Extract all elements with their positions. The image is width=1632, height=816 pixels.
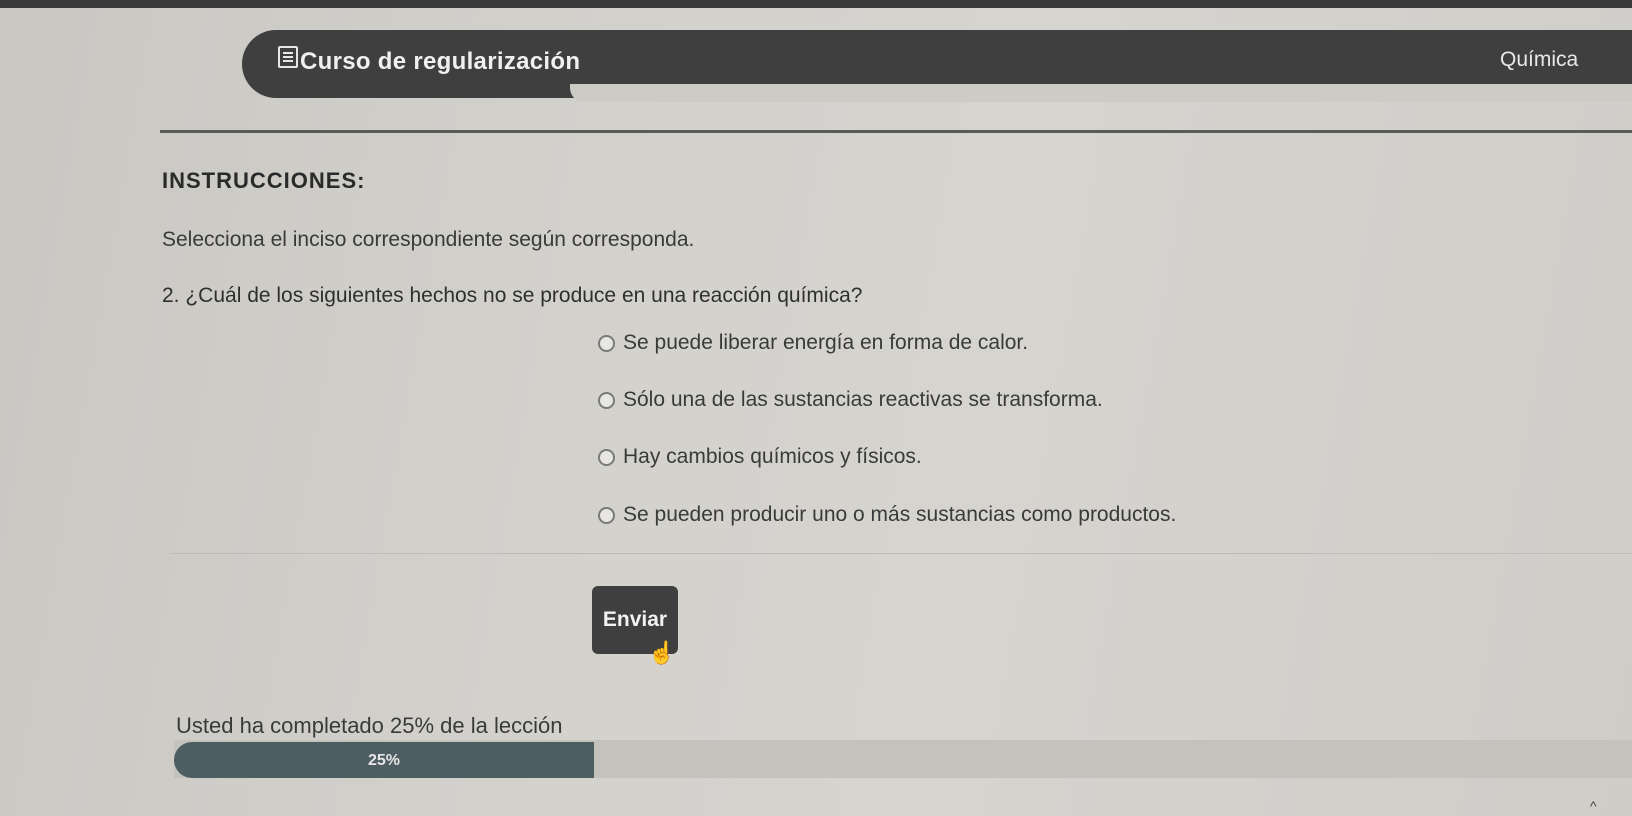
instructions-text: Selecciona el inciso correspondiente seg… xyxy=(162,228,695,251)
instructions-heading: INSTRUCCIONES: xyxy=(162,168,366,193)
chevron-up-icon[interactable]: ^ xyxy=(1590,798,1597,814)
progress-text: Usted ha completado 25% de la lección xyxy=(176,713,563,738)
answer-option-1[interactable]: Se puede liberar energía en forma de cal… xyxy=(598,331,1028,355)
answer-option-label: Hay cambios químicos y físicos. xyxy=(623,445,922,468)
question-text: 2. ¿Cuál de los siguientes hechos no se … xyxy=(162,284,863,307)
header-divider xyxy=(160,130,1632,133)
progress-label: 25% xyxy=(367,752,401,769)
radio-button[interactable] xyxy=(598,391,615,409)
answer-option-3[interactable]: Hay cambios químicos y físicos. xyxy=(598,445,922,469)
screen-top-edge xyxy=(0,0,1632,8)
header-bar-step xyxy=(570,84,1632,102)
course-title: Curso de regularización xyxy=(300,48,581,75)
hand-cursor-icon: ☝ xyxy=(648,640,676,665)
answer-option-4[interactable]: Se pueden producir uno o más sustancias … xyxy=(598,503,1176,527)
options-divider xyxy=(170,553,1632,554)
answer-option-2[interactable]: Sólo una de las sustancias reactivas se … xyxy=(598,388,1103,412)
radio-button[interactable] xyxy=(598,334,615,352)
answer-option-label: Se pueden producir uno o más sustancias … xyxy=(623,503,1177,526)
answer-option-label: Se puede liberar energía en forma de cal… xyxy=(623,331,1029,354)
subject-label: Química xyxy=(1500,48,1579,71)
radio-button[interactable] xyxy=(598,448,615,466)
answer-option-label: Sólo una de las sustancias reactivas se … xyxy=(623,388,1103,411)
radio-button[interactable] xyxy=(598,506,615,524)
book-icon xyxy=(278,46,298,68)
